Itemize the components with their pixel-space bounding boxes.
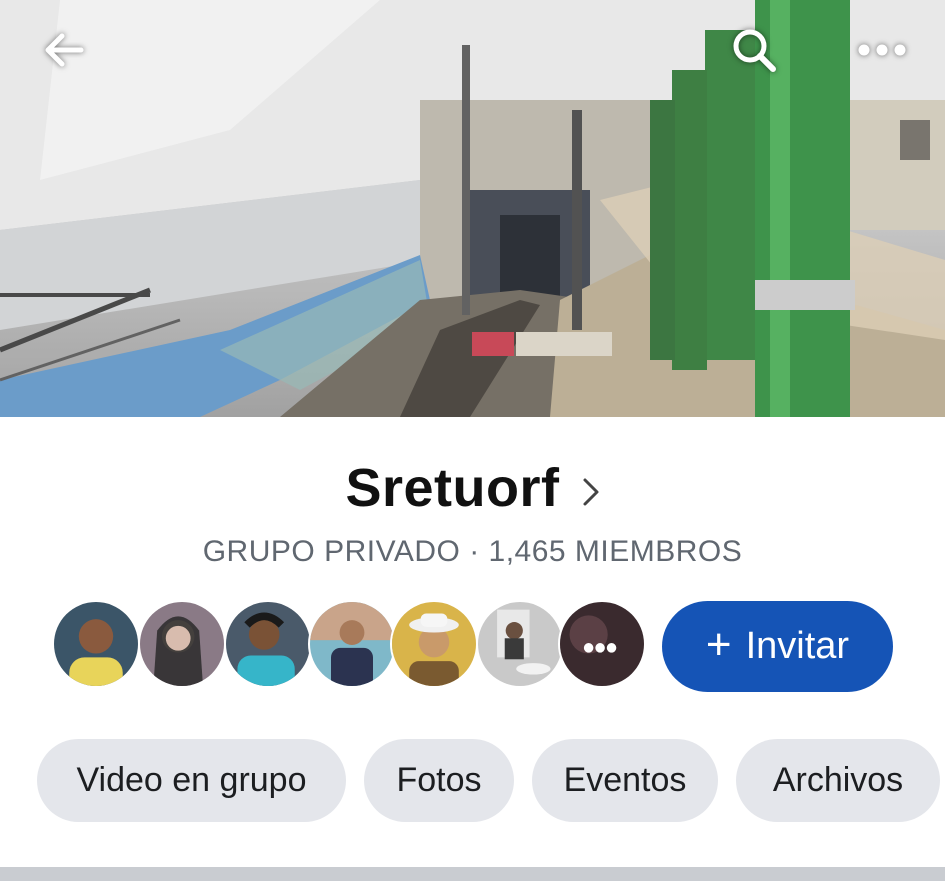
member-avatar-4[interactable]: [308, 600, 396, 688]
cover-image: [0, 0, 945, 417]
member-avatar-7[interactable]: [558, 600, 646, 688]
member-avatar-2[interactable]: [138, 600, 226, 688]
member-avatars[interactable]: [52, 600, 652, 692]
back-button[interactable]: [34, 22, 94, 78]
tab-video-en-grupo[interactable]: Video en grupo: [37, 739, 346, 822]
invite-button[interactable]: + Invitar: [662, 601, 893, 692]
group-title-link[interactable]: Sretuorf: [0, 452, 945, 524]
group-tabs: Video en grupo Fotos Eventos Archivos: [0, 739, 945, 823]
plus-icon: +: [705, 619, 732, 669]
chevron-right-icon: [582, 477, 600, 507]
group-privacy-and-member-count: GRUPO PRIVADO · 1,465 MIEMBROS: [202, 535, 743, 568]
tab-fotos[interactable]: Fotos: [364, 739, 514, 822]
member-avatar-5[interactable]: [390, 600, 478, 688]
section-divider: [0, 867, 945, 881]
invite-label: Invitar: [745, 625, 850, 667]
member-avatar-3[interactable]: [224, 600, 312, 688]
tab-archivos[interactable]: Archivos: [736, 739, 940, 822]
group-cover-photo[interactable]: [0, 0, 945, 417]
tab-eventos[interactable]: Eventos: [532, 739, 718, 822]
arrow-left-icon: [45, 33, 84, 67]
search-icon: [733, 29, 776, 72]
more-horizontal-icon: [858, 44, 906, 56]
search-button[interactable]: [724, 22, 784, 78]
member-avatar-6[interactable]: [476, 600, 564, 688]
more-options-button[interactable]: [852, 22, 912, 78]
member-avatar-1[interactable]: [52, 600, 140, 688]
group-name: Sretuorf: [345, 458, 560, 518]
